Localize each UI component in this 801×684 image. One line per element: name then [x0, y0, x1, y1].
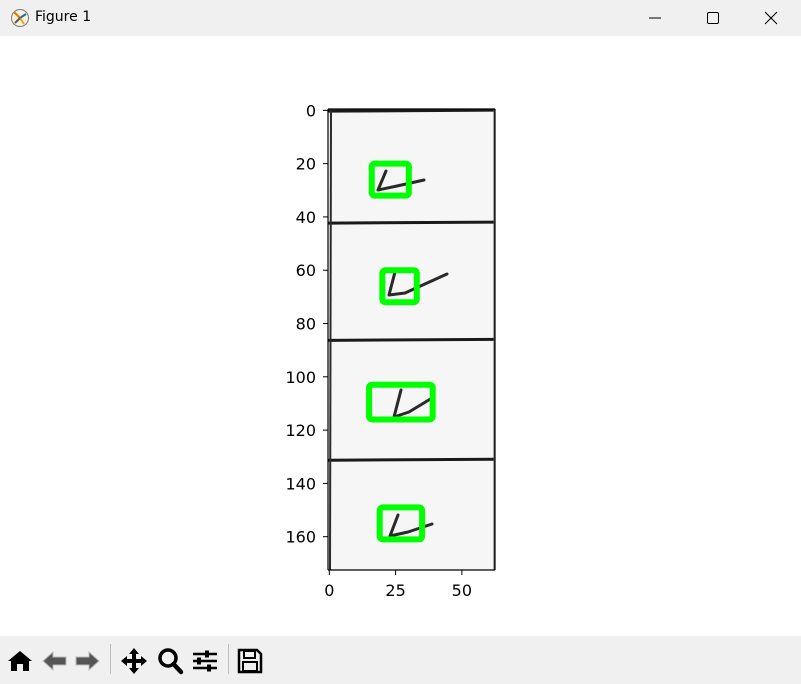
- form-row-line: [327, 337, 496, 342]
- title-bar: Figure 1: [0, 0, 801, 36]
- form-row-line: [327, 108, 496, 113]
- forward-button[interactable]: [72, 646, 102, 676]
- back-icon: [42, 650, 67, 672]
- form-left-edge: [329, 108, 332, 571]
- window-title: Figure 1: [35, 9, 92, 25]
- matplotlib-logo-icon: [11, 9, 29, 27]
- plot-area: 0 20 40 60 80 100 120 140 160 0 25 50: [285, 101, 496, 600]
- toolbar-separator: [110, 644, 111, 674]
- y-tick-label: 0: [306, 101, 316, 120]
- configure-icon: [193, 650, 217, 672]
- y-tick-label: 60: [296, 261, 316, 280]
- x-tick-label: 50: [452, 581, 472, 600]
- x-tick-label: 25: [385, 581, 405, 600]
- pan-button[interactable]: [119, 646, 149, 676]
- form-row-line: [327, 220, 496, 225]
- zoom-icon: [158, 648, 184, 675]
- y-tick-label: 100: [285, 368, 316, 387]
- y-tick-label: 140: [285, 474, 316, 493]
- minimize-icon: [649, 17, 661, 19]
- maximize-icon: [707, 12, 719, 24]
- close-button[interactable]: [742, 0, 800, 36]
- close-icon: [764, 11, 778, 25]
- minimize-button[interactable]: [626, 0, 684, 36]
- forward-icon: [75, 650, 100, 672]
- y-tick-label: 80: [296, 315, 316, 334]
- navigation-toolbar: [0, 636, 801, 684]
- maximize-button[interactable]: [684, 0, 742, 36]
- y-tick-label: 40: [296, 208, 316, 227]
- configure-subplots-button[interactable]: [190, 646, 220, 676]
- save-button[interactable]: [235, 646, 265, 676]
- home-icon: [8, 651, 32, 671]
- y-tick-label: 160: [285, 528, 316, 547]
- save-icon: [237, 648, 263, 674]
- form-row-line: [327, 457, 496, 462]
- zoom-button[interactable]: [155, 646, 185, 676]
- toolbar-separator: [228, 644, 229, 674]
- home-button[interactable]: [5, 646, 35, 676]
- back-button[interactable]: [40, 646, 70, 676]
- y-tick-label: 120: [285, 421, 316, 440]
- x-tick-label: 0: [324, 581, 334, 600]
- y-tick-label: 20: [296, 155, 316, 174]
- pan-icon: [121, 648, 147, 674]
- figure-canvas[interactable]: 0 20 40 60 80 100 120 140 160 0 25 50: [0, 36, 801, 636]
